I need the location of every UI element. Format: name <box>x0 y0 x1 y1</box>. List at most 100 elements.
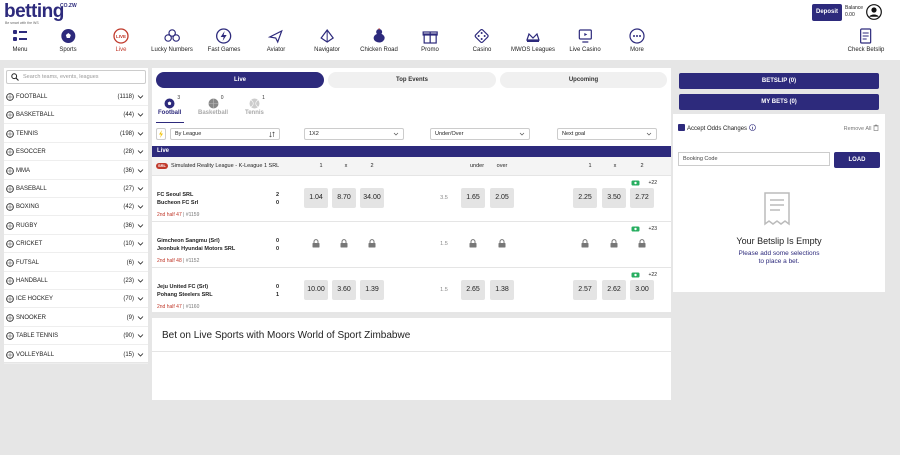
event-row[interactable]: +22 Jeju United FC (Srl) Pohang Steelers S… <box>152 268 671 314</box>
tab-top-events[interactable]: Top Events <box>328 72 496 88</box>
info-icon[interactable] <box>748 124 756 131</box>
nav-chicken-road[interactable]: Chicken Road <box>360 28 398 53</box>
market-select-1x2[interactable]: 1X2 <box>304 128 404 140</box>
sidebar-sport-ice-hockey[interactable]: ICE HOCKEY (70) <box>4 290 148 309</box>
sidebar-sport-table-tennis[interactable]: TABLE TENNIS (90) <box>4 327 148 346</box>
odds-next-goal-button[interactable]: 3.00 <box>630 280 654 300</box>
chevron-down-icon[interactable] <box>137 222 144 229</box>
more-markets[interactable]: +22 <box>649 272 657 278</box>
chevron-down-icon[interactable] <box>137 314 144 321</box>
sidebar-sport-basketball[interactable]: BASKETBALL (44) <box>4 106 148 125</box>
nav-promo[interactable]: Promo <box>421 28 439 53</box>
chevron-down-icon[interactable] <box>137 130 144 137</box>
odds-1x2-button[interactable]: 8.70 <box>332 188 356 208</box>
logo[interactable]: betting CO.ZW Be smart with the WS <box>4 2 77 26</box>
nav-navigator[interactable]: Navigator <box>314 28 340 53</box>
tab-upcoming[interactable]: Upcoming <box>500 72 667 88</box>
sidebar-sport-tennis[interactable]: TENNIS (198) <box>4 125 148 143</box>
sidebar-sport-mma[interactable]: MMA (36) <box>4 162 148 180</box>
odds-under-over-button[interactable]: 1.65 <box>461 188 485 208</box>
chevron-down-icon[interactable] <box>137 93 144 100</box>
sidebar-sport-snooker[interactable]: SNOOKER (9) <box>4 309 148 327</box>
nav-live-casino[interactable]: Live Casino <box>569 28 601 53</box>
my-bets-tab[interactable]: MY BETS (0) <box>679 94 879 110</box>
chevron-down-icon[interactable] <box>137 185 144 192</box>
sidebar-sport-rugby[interactable]: RUGBY (36) <box>4 217 148 235</box>
sidebar-sport-futsal[interactable]: FUTSAL (6) <box>4 254 148 272</box>
dice-icon <box>474 28 490 44</box>
search-input[interactable]: Search teams, events, leagues <box>6 70 146 84</box>
quick-filter-button[interactable] <box>156 128 166 140</box>
live-stream-icon[interactable] <box>631 226 640 232</box>
odds-1x2-button[interactable]: 1.39 <box>360 280 384 300</box>
odds-under-over-button[interactable]: 2.65 <box>461 280 485 300</box>
tab-live[interactable]: Live <box>156 72 324 88</box>
odds-1x2-button[interactable]: 10.00 <box>304 280 328 300</box>
nav-lucky-numbers[interactable]: Lucky Numbers <box>151 28 193 53</box>
league-name[interactable]: Simulated Reality League - K-League 1 SR… <box>171 163 279 169</box>
booking-code-input[interactable]: Booking Code <box>678 152 830 166</box>
chevron-down-icon[interactable] <box>137 332 144 339</box>
sport-name: BOXING <box>16 204 40 211</box>
load-button[interactable]: LOAD <box>834 152 880 168</box>
live-stream-icon[interactable] <box>631 272 640 278</box>
accept-odds-checkbox[interactable] <box>678 124 685 131</box>
sidebar-sport-boxing[interactable]: BOXING (42) <box>4 198 148 217</box>
chevron-down-icon[interactable] <box>137 203 144 210</box>
nav-fast-games[interactable]: Fast Games <box>208 28 240 53</box>
sport-tab-tennis[interactable]: 1 Tennis <box>245 95 265 116</box>
more-markets[interactable]: +22 <box>649 180 657 186</box>
sidebar-sport-esoccer[interactable]: ESOCCER (28) <box>4 143 148 162</box>
odds-1x2-button[interactable]: 34.00 <box>360 188 384 208</box>
nav-check-betslip[interactable]: Check Betslip <box>848 28 884 53</box>
remove-all-button[interactable]: Remove All <box>844 124 879 132</box>
nav-live[interactable]: LIVE Live <box>113 28 129 53</box>
chevron-down-icon[interactable] <box>137 295 144 302</box>
odds-next-goal-button[interactable]: 2.25 <box>573 188 597 208</box>
betslip-tab[interactable]: BETSLIP (0) <box>679 73 879 89</box>
nav-more[interactable]: More <box>629 28 645 53</box>
sport-tab-basketball[interactable]: 0 Basketball <box>198 95 228 116</box>
event-row[interactable]: +23 Gimcheon Sangmu (Srl) Jeonbuk Hyundai … <box>152 222 671 268</box>
sidebar-sport-cricket[interactable]: CRICKET (10) <box>4 235 148 254</box>
nav-menu[interactable]: Menu <box>12 28 28 53</box>
odds-under-over-button[interactable]: 2.05 <box>490 188 514 208</box>
fast-games-icon <box>216 28 232 44</box>
live-stream-icon[interactable] <box>631 180 640 186</box>
nav-aviator[interactable]: Aviator <box>267 28 285 53</box>
nav-sports[interactable]: Sports <box>59 28 77 53</box>
event-row[interactable]: +22 FC Seoul SRL Bucheon FC Srl 2 0 2nd half … <box>152 176 671 222</box>
sport-tab-football[interactable]: 3 Football <box>158 95 181 116</box>
away-team: Bucheon FC Srl <box>157 200 199 206</box>
user-account-icon[interactable] <box>866 4 882 20</box>
accept-odds-changes[interactable]: Accept Odds Changes <box>678 124 756 132</box>
market-select-next-goal[interactable]: Next goal <box>557 128 657 140</box>
nav-casino[interactable]: Casino <box>473 28 491 53</box>
more-markets[interactable]: +23 <box>649 226 657 232</box>
home-team: FC Seoul SRL <box>157 192 194 198</box>
sidebar-sport-football[interactable]: FOOTBALL (1118) <box>4 88 148 106</box>
deposit-button[interactable]: Deposit <box>812 4 842 21</box>
tennis-ball-icon <box>249 98 260 109</box>
home-team: Gimcheon Sangmu (Srl) <box>157 238 220 244</box>
market-select-under-over[interactable]: Under/Over <box>430 128 530 140</box>
odds-1x2-button[interactable]: 1.04 <box>304 188 328 208</box>
odds-under-over-button[interactable]: 1.38 <box>490 280 514 300</box>
sidebar-sport-handball[interactable]: HANDBALL (23) <box>4 272 148 290</box>
odds-next-goal-button[interactable]: 2.62 <box>602 280 626 300</box>
chevron-down-icon[interactable] <box>137 351 144 358</box>
odds-next-goal-button[interactable]: 2.72 <box>630 188 654 208</box>
odds-next-goal-button[interactable]: 2.57 <box>573 280 597 300</box>
odds-next-goal-button[interactable]: 3.50 <box>602 188 626 208</box>
odds-1x2-button[interactable]: 3.60 <box>332 280 356 300</box>
league-filter-select[interactable]: By League <box>170 128 280 140</box>
nav-mwos-leagues[interactable]: MWOS Leagues <box>511 28 555 53</box>
chevron-down-icon[interactable] <box>137 148 144 155</box>
chevron-down-icon[interactable] <box>137 167 144 174</box>
chevron-down-icon[interactable] <box>137 277 144 284</box>
sidebar-sport-baseball[interactable]: BASEBALL (27) <box>4 180 148 198</box>
chevron-down-icon[interactable] <box>137 111 144 118</box>
chevron-down-icon[interactable] <box>137 240 144 247</box>
sidebar-sport-volleyball[interactable]: VOLLEYBALL (15) <box>4 346 148 364</box>
chevron-down-icon[interactable] <box>137 259 144 266</box>
